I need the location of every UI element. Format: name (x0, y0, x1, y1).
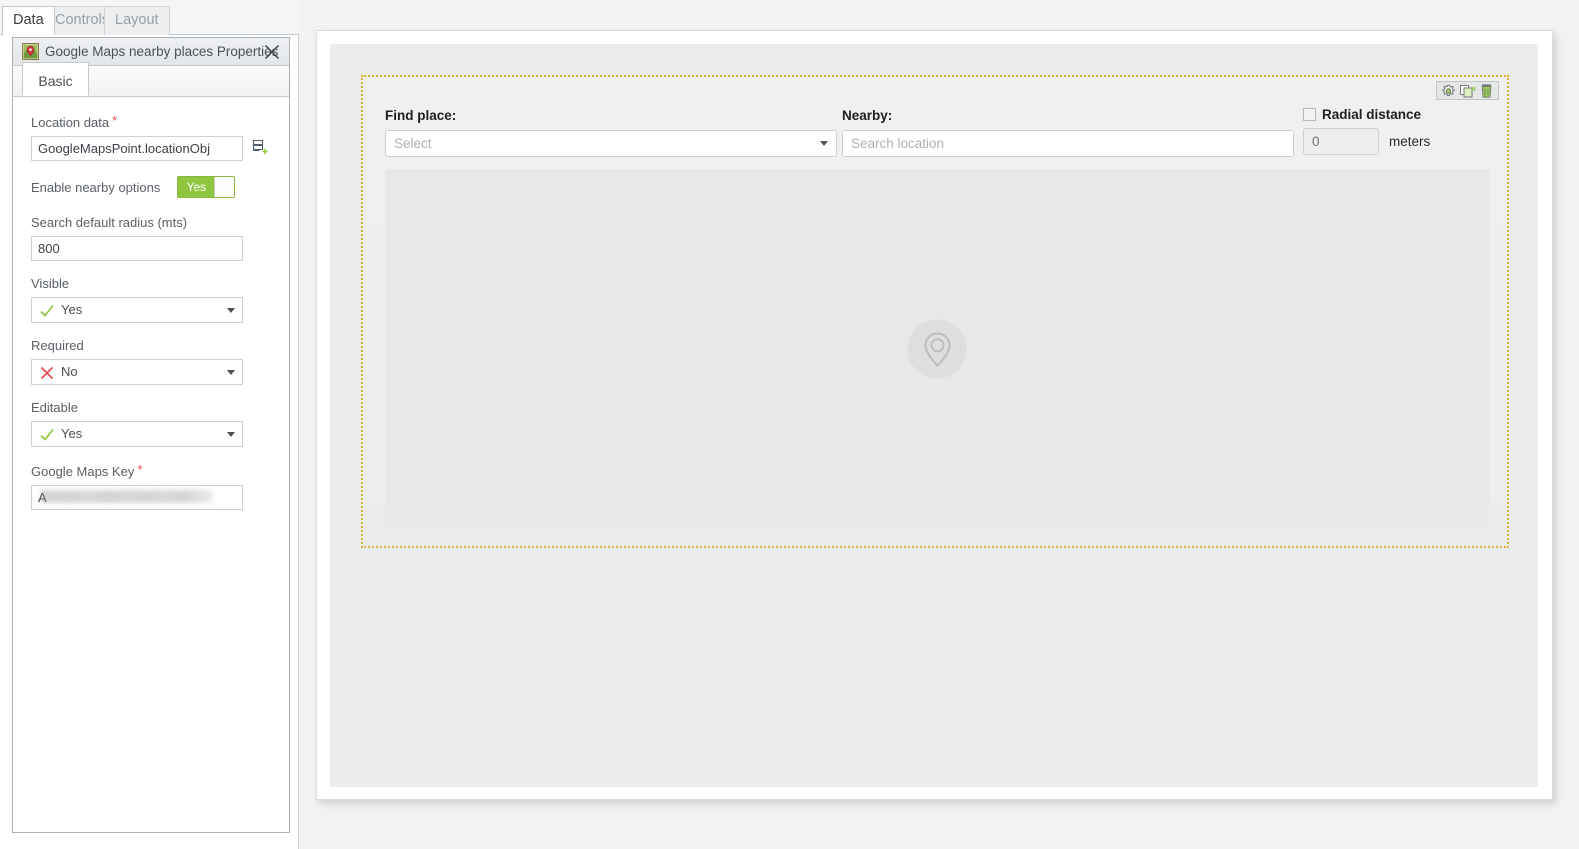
enable-nearby-label: Enable nearby options (31, 179, 161, 195)
chevron-down-icon (227, 432, 235, 437)
editable-value: Yes (61, 426, 83, 441)
tab-data[interactable]: Data (2, 6, 55, 35)
design-canvas: Find place: Nearby: Radial distance (330, 44, 1538, 787)
radial-distance-input[interactable] (1303, 128, 1379, 155)
designer-region: Find place: Nearby: Radial distance (299, 0, 1579, 849)
properties-form: Location data * GoogleMapsPoint.location… (13, 97, 289, 832)
field-visible: Visible Yes (31, 276, 271, 323)
tab-basic[interactable]: Basic (22, 62, 89, 96)
required-marker: * (112, 113, 118, 128)
google-maps-key-input[interactable] (31, 485, 243, 510)
required-marker: * (137, 462, 143, 477)
find-place-label: Find place: (385, 108, 457, 123)
data-selector-icon[interactable] (251, 139, 268, 158)
field-search-radius: Search default radius (mts) (31, 215, 271, 261)
nearby-field: Nearby: (842, 108, 1294, 157)
close-icon[interactable] (261, 41, 283, 63)
location-data-row (31, 136, 271, 161)
design-canvas-sheet: Find place: Nearby: Radial distance (316, 30, 1553, 800)
map-pin-icon (907, 319, 967, 379)
properties-title: Google Maps nearby places Properties (45, 44, 279, 59)
radial-distance-field: Radial distance meters (1303, 107, 1430, 155)
editable-label: Editable (31, 400, 78, 415)
visible-dropdown[interactable]: Yes (31, 297, 243, 323)
field-editable: Editable Yes (31, 400, 271, 447)
required-label: Required (31, 338, 84, 353)
enable-nearby-toggle[interactable]: Yes (177, 176, 236, 198)
settings-gear-icon[interactable] (1440, 83, 1457, 99)
visible-value: Yes (61, 302, 83, 317)
enable-nearby-toggle-value: Yes (178, 177, 215, 197)
nearby-search-input[interactable] (842, 130, 1294, 157)
widget-toolbar (1436, 81, 1499, 100)
duplicate-icon[interactable] (1459, 83, 1476, 99)
google-maps-key-wrap (31, 485, 243, 510)
radial-distance-units: meters (1389, 134, 1431, 149)
cross-icon (39, 365, 55, 381)
radial-distance-label[interactable]: Radial distance (1322, 107, 1421, 122)
chevron-down-icon (227, 370, 235, 375)
properties-dialog: Google Maps nearby places Properties Bas… (12, 37, 290, 833)
field-required: Required No (31, 338, 271, 385)
tab-layout[interactable]: Layout (104, 6, 170, 35)
editable-dropdown[interactable]: Yes (31, 421, 243, 447)
field-google-maps-key: Google Maps Key * (31, 462, 271, 510)
map-preview-placeholder (385, 169, 1489, 529)
properties-subtab-bar: Basic (13, 62, 289, 97)
location-data-label: Location data * (31, 113, 118, 130)
delete-trash-icon[interactable] (1478, 83, 1495, 99)
google-maps-key-label: Google Maps Key * (31, 462, 143, 479)
check-icon (39, 303, 55, 319)
top-tab-bar: Data Controls Layout (0, 0, 299, 35)
nearby-label: Nearby: (842, 108, 893, 123)
radial-distance-check-row: Radial distance (1303, 107, 1430, 122)
radial-distance-checkbox[interactable] (1303, 108, 1316, 121)
chevron-down-icon (227, 308, 235, 313)
find-place-select-wrap (385, 130, 837, 157)
visible-label: Visible (31, 276, 70, 291)
required-dropdown[interactable]: No (31, 359, 243, 385)
check-icon (39, 427, 55, 443)
search-radius-label: Search default radius (mts) (31, 215, 188, 230)
radial-distance-input-row: meters (1303, 128, 1430, 155)
field-enable-nearby: Enable nearby options Yes (31, 176, 271, 198)
search-radius-input[interactable] (31, 236, 243, 261)
find-place-select[interactable] (385, 130, 837, 157)
google-maps-nearby-places-widget[interactable]: Find place: Nearby: Radial distance (361, 75, 1509, 548)
map-marker-icon (22, 43, 39, 60)
properties-region: Data Controls Layout Google Maps nearby … (0, 0, 299, 849)
required-value: No (61, 364, 78, 379)
toggle-knob (214, 177, 235, 197)
location-data-input[interactable] (31, 136, 243, 161)
find-place-field: Find place: (385, 108, 837, 157)
field-location-data: Location data * (31, 113, 271, 161)
